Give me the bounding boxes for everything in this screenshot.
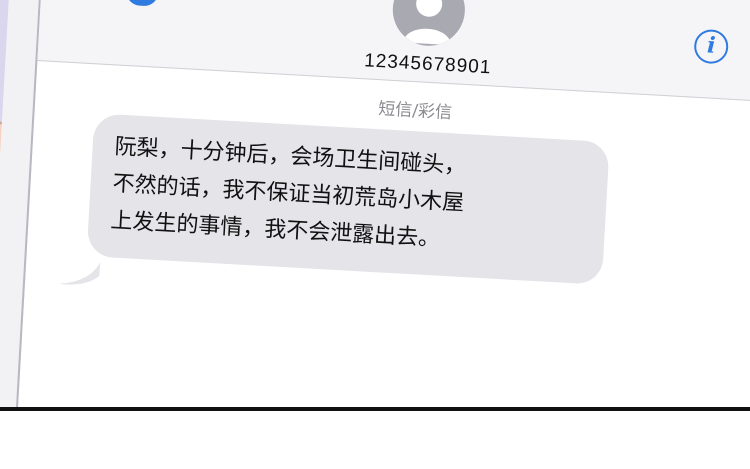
panel-gutter: [0, 411, 750, 469]
thread-type-label: 短信/彩信: [377, 99, 453, 124]
info-icon[interactable]: i: [693, 28, 730, 65]
back-icon[interactable]: [125, 0, 159, 7]
bubble-tail: [58, 261, 101, 285]
contact-avatar-icon[interactable]: [390, 0, 467, 48]
comic-panel: 12345678901 i 短信/彩信 阮梨，十分钟后，会场卫生间碰头， 不然的…: [0, 0, 750, 469]
message-header: 12345678901 i: [37, 0, 750, 104]
contact-number[interactable]: 12345678901: [357, 50, 498, 80]
phone-screen: 12345678901 i 短信/彩信 阮梨，十分钟后，会场卫生间碰头， 不然的…: [0, 0, 750, 462]
message-bubble[interactable]: 阮梨，十分钟后，会场卫生间碰头， 不然的话，我不保证当初荒岛小木屋 上发生的事情…: [86, 113, 610, 285]
phone-bezel: [0, 0, 45, 440]
